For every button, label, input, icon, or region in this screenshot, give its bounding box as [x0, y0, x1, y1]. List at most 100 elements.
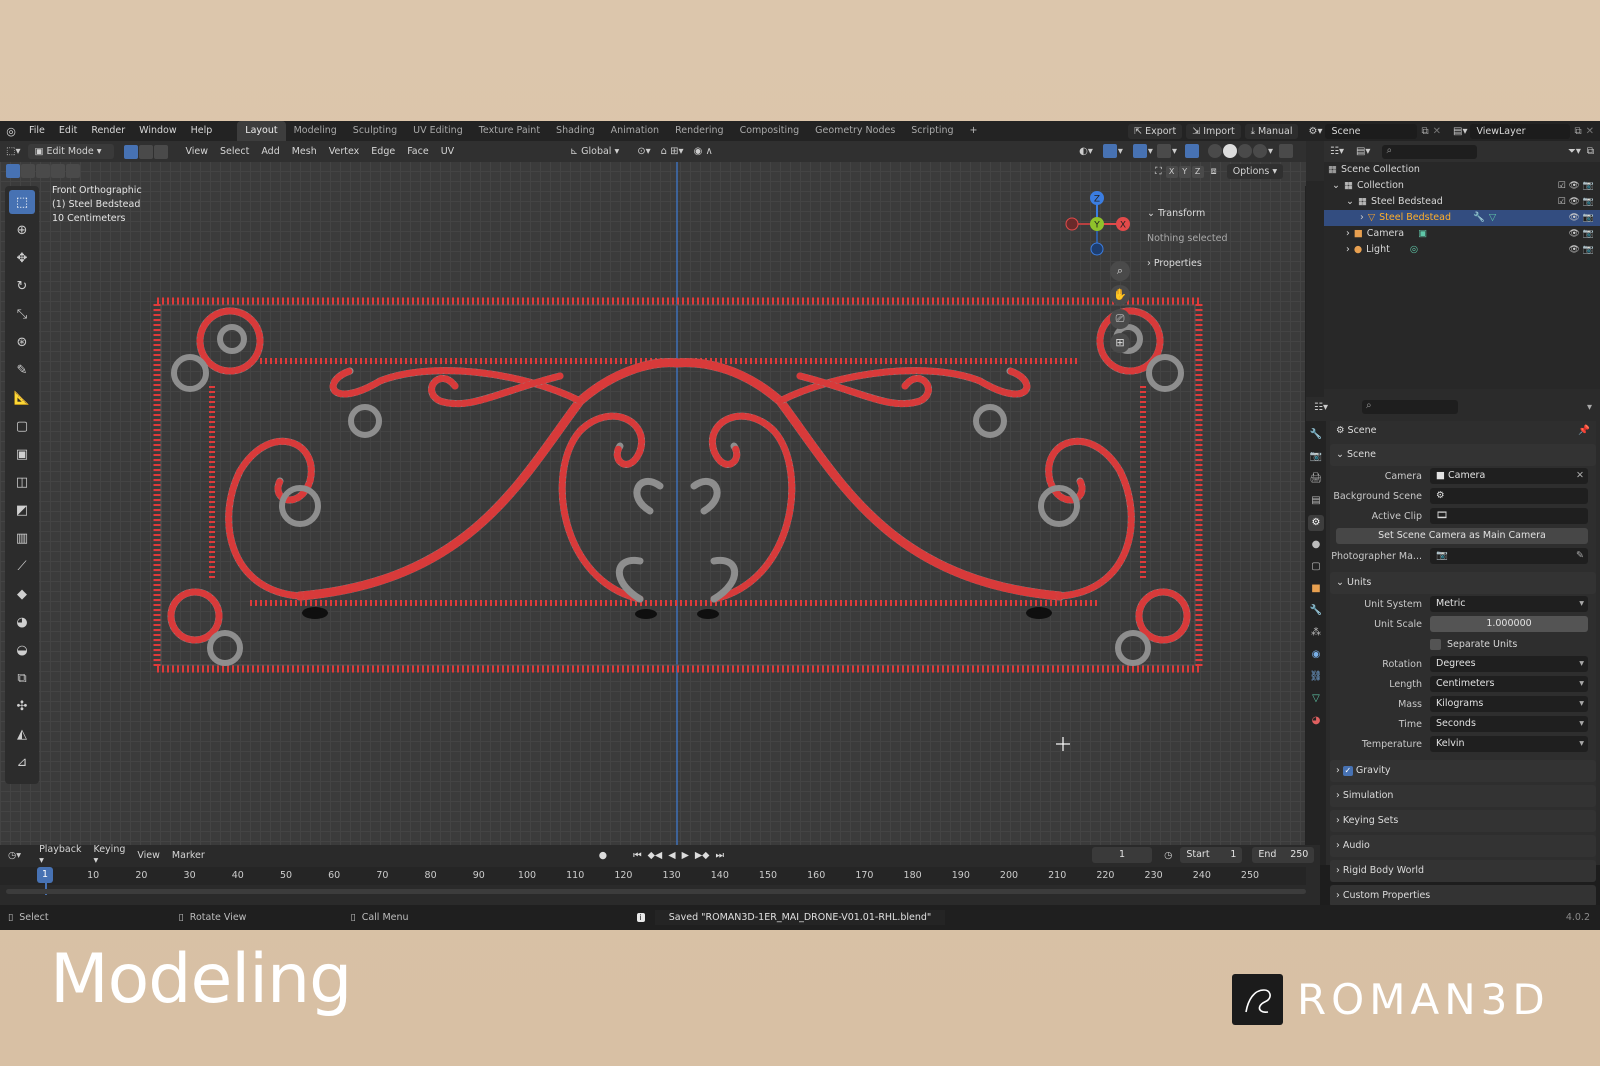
mesh-overlay-dropdown-icon[interactable]: ▾ — [1172, 146, 1177, 157]
pin-icon[interactable]: 📌 — [1578, 421, 1590, 441]
smooth-tool-icon[interactable]: ◒ — [9, 638, 35, 662]
menu-window[interactable]: Window — [132, 121, 183, 141]
photographer-field[interactable]: 📷 ✎ — [1430, 548, 1588, 564]
rotation-dropdown[interactable]: Degrees ▾ — [1430, 656, 1588, 672]
transform-orientation-dropdown[interactable]: ⊾ Global ▾ — [564, 144, 626, 159]
menu-file[interactable]: File — [22, 121, 52, 141]
properties-section[interactable]: › Properties — [1147, 251, 1307, 276]
outliner-item-steel-bedstead-mesh[interactable]: › ▽ Steel Bedstead 🔧 ▽ 👁 📷 — [1324, 210, 1600, 226]
solid-shading-icon[interactable] — [1222, 144, 1237, 158]
view-layer-icon[interactable]: ▤▾ — [1453, 126, 1467, 137]
units-panel-header[interactable]: ⌄ Units — [1330, 572, 1596, 594]
outliner-item-light[interactable]: › ● Light ◎ 👁 📷 — [1324, 242, 1600, 258]
unit-scale-field[interactable]: 1.000000 — [1430, 616, 1588, 632]
rendered-shading-icon[interactable] — [1252, 144, 1267, 158]
temperature-dropdown[interactable]: Kelvin ▾ — [1430, 736, 1588, 752]
edge-slide-tool-icon[interactable]: ⧉ — [9, 666, 35, 690]
editor-type-icon[interactable]: ⬚▾ — [6, 146, 20, 157]
properties-search-input[interactable]: ⌕ — [1361, 400, 1458, 414]
timeline-ruler[interactable]: 10 20 30 40 50 60 70 80 90 100 110 120 130 140 150 160 1… — [0, 867, 1306, 885]
start-frame-field[interactable]: Start 1 — [1180, 847, 1243, 863]
face-select-icon[interactable] — [154, 144, 169, 159]
mode-dropdown[interactable]: ▣ Edit Mode ▾ — [28, 144, 115, 159]
select-new-icon[interactable] — [6, 164, 20, 178]
current-frame-field[interactable]: 1 — [1092, 847, 1153, 863]
gravity-checkbox[interactable]: ✓ — [1342, 766, 1353, 776]
manual-button[interactable]: ⤓ Manual — [1244, 123, 1299, 139]
blender-logo-icon[interactable]: ◎ — [0, 125, 22, 138]
tab-animation[interactable]: Animation — [603, 121, 667, 141]
wireframe-shading-icon[interactable] — [1207, 144, 1222, 158]
active-clip-field[interactable]: 🎞 — [1430, 508, 1588, 524]
tab-layout[interactable]: Layout — [237, 121, 286, 141]
timeline-editor-icon[interactable]: ◷▾ — [8, 850, 21, 861]
clock-icon[interactable]: ◷ — [1164, 850, 1172, 861]
viewport-menu-face[interactable]: Face — [401, 146, 434, 157]
timeline-menu-marker[interactable]: Marker — [166, 850, 211, 861]
tab-scripting[interactable]: Scripting — [903, 121, 961, 141]
knife-tool-icon[interactable]: ⟋ — [9, 554, 35, 578]
ortho-grid-icon[interactable]: ⊞ — [1110, 333, 1130, 353]
separate-units-checkbox[interactable] — [1430, 638, 1441, 650]
axis-z-toggle[interactable]: Z — [1191, 165, 1204, 178]
timeline-menu-playback[interactable]: Playback ▾ — [33, 844, 87, 866]
rigid-body-world-panel-header[interactable]: › Rigid Body World — [1330, 860, 1596, 882]
export-button[interactable]: ⇱ Export — [1128, 123, 1183, 139]
jump-start-icon[interactable]: ⏮ — [633, 850, 642, 861]
tab-uv-editing[interactable]: UV Editing — [405, 121, 471, 141]
viewport-menu-vertex[interactable]: Vertex — [323, 146, 366, 157]
edge-select-icon[interactable] — [139, 144, 154, 159]
tab-texture-paint[interactable]: Texture Paint — [471, 121, 548, 141]
tab-sculpting[interactable]: Sculpting — [345, 121, 405, 141]
navigation-gizmo[interactable]: X Z Y — [1057, 187, 1137, 267]
new-collection-icon[interactable]: ⧉ — [1587, 146, 1594, 157]
overlay-dropdown-icon[interactable]: ▾ — [1148, 146, 1153, 157]
custom-properties-panel-header[interactable]: › Custom Properties — [1330, 885, 1596, 907]
data-tab-icon[interactable]: ▽ — [1308, 691, 1324, 707]
timeline-menu-view[interactable]: View — [131, 850, 166, 861]
gravity-panel-header[interactable]: › ✓ Gravity — [1330, 760, 1596, 782]
tab-rendering[interactable]: Rendering — [667, 121, 732, 141]
filter-icon[interactable]: ⏷▾ — [1568, 146, 1581, 157]
proportional-edit-icon[interactable]: ◉ ∧ — [694, 146, 713, 157]
time-dropdown[interactable]: Seconds ▾ — [1430, 716, 1588, 732]
play-icon[interactable]: ▶ — [682, 850, 689, 861]
keying-sets-panel-header[interactable]: › Keying Sets — [1330, 810, 1596, 832]
overlay-toggle-icon[interactable] — [1132, 144, 1147, 158]
select-box-tool-icon[interactable]: ⬚ — [9, 190, 35, 214]
play-reverse-icon[interactable]: ◀ — [668, 850, 675, 861]
menu-help[interactable]: Help — [184, 121, 220, 141]
shading-dropdown-icon[interactable]: ▾ — [1268, 146, 1273, 157]
rotate-tool-icon[interactable]: ↻ — [9, 274, 35, 298]
simulation-panel-header[interactable]: › Simulation — [1330, 785, 1596, 807]
world-tab-icon[interactable]: ● — [1308, 537, 1324, 553]
outliner-search-input[interactable]: ⌕ — [1382, 144, 1478, 159]
new-view-layer-icon[interactable]: ⧉ — [1574, 126, 1581, 137]
visibility-toggles[interactable]: 👁 📷 — [1569, 210, 1595, 226]
timeline-scrollbar[interactable] — [6, 889, 1306, 894]
material-shading-icon[interactable] — [1237, 144, 1252, 158]
outliner-editor-icon[interactable]: ☷▾ — [1330, 146, 1344, 157]
particles-tab-icon[interactable]: ⁂ — [1308, 625, 1324, 641]
visibility-toggles[interactable]: ☑ 👁 📷 — [1558, 194, 1594, 210]
viewport-menu-uv[interactable]: UV — [435, 146, 460, 157]
outliner-scene-collection[interactable]: ▦ Scene Collection — [1324, 162, 1600, 178]
shrink-fatten-tool-icon[interactable]: ✣ — [9, 694, 35, 718]
scene-tab-icon[interactable]: ⚙ — [1308, 515, 1324, 531]
cursor-tool-icon[interactable]: ⊕ — [9, 218, 35, 242]
delete-scene-icon[interactable]: ✕ — [1433, 126, 1441, 137]
tool-tab-icon[interactable]: 🔧 — [1308, 427, 1324, 443]
properties-options-icon[interactable]: ▾ — [1587, 402, 1592, 413]
spin-tool-icon[interactable]: ◕ — [9, 610, 35, 634]
poly-build-tool-icon[interactable]: ◆ — [9, 582, 35, 606]
timeline-menu-keying[interactable]: Keying ▾ — [87, 844, 131, 866]
sidebar-toggle-icon[interactable] — [1279, 144, 1293, 158]
playhead[interactable]: 1 — [37, 867, 53, 883]
material-tab-icon[interactable]: ◕ — [1308, 713, 1324, 729]
scale-tool-icon[interactable]: ⤡ — [9, 302, 35, 326]
mesh-overlay-icon[interactable] — [1156, 144, 1171, 158]
transform-section[interactable]: ⌄ Transform — [1147, 201, 1307, 226]
rip-tool-icon[interactable]: ⊿ — [9, 750, 35, 774]
record-button-icon[interactable]: ● — [599, 850, 607, 861]
tab-modeling[interactable]: Modeling — [286, 121, 345, 141]
